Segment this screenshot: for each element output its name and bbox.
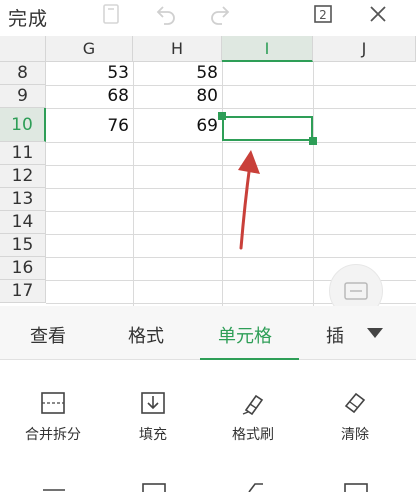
merge-split-label: 合并拆分 [25, 427, 81, 443]
save-icon[interactable] [99, 2, 123, 26]
column-header-j[interactable]: J [313, 36, 416, 62]
cell-h10[interactable]: 69 [133, 115, 222, 138]
tab-view[interactable]: 查看 [30, 322, 66, 348]
row-header-14[interactable]: 14 [0, 211, 46, 234]
annotation-arrow-icon [238, 150, 260, 250]
grid-line [46, 257, 416, 258]
row-header-16[interactable]: 16 [0, 257, 46, 280]
format-painter-label: 格式刷 [232, 427, 274, 443]
eraser-icon [344, 392, 366, 414]
close-icon[interactable] [366, 2, 390, 26]
column-header-g[interactable]: G [46, 36, 133, 62]
row-header-9[interactable]: 9 [0, 85, 46, 108]
column-header-h[interactable]: H [133, 36, 222, 62]
row-header-17[interactable]: 17 [0, 280, 46, 303]
row-header-11[interactable]: 11 [0, 142, 46, 165]
keyboard-float-button[interactable] [329, 264, 383, 306]
selected-cell-i10[interactable] [222, 116, 313, 141]
tool-row2-icon [344, 483, 368, 492]
cell-h9[interactable]: 80 [133, 85, 222, 108]
spreadsheet-grid[interactable]: G H I J 8 9 10 11 12 13 14 15 16 17 53 5… [0, 36, 416, 306]
column-header-i[interactable]: I [222, 36, 313, 62]
grid-line [313, 62, 314, 306]
undo-icon[interactable] [154, 2, 178, 26]
row-header-10[interactable]: 10 [0, 108, 46, 142]
window-switch-icon[interactable]: 2 [311, 2, 335, 26]
merge-split-button[interactable]: 合并拆分 [8, 390, 98, 444]
merge-split-icon [41, 392, 65, 414]
fill-label: 填充 [139, 427, 167, 443]
selection-handle-top-left[interactable] [218, 112, 226, 120]
row-header-15[interactable]: 15 [0, 234, 46, 257]
tool-row2-icon [142, 483, 166, 492]
grid-line [46, 142, 416, 143]
top-toolbar: 完成 2 [0, 0, 416, 36]
format-painter-icon [242, 394, 264, 416]
cell-g10[interactable]: 76 [46, 115, 133, 138]
row-header-12[interactable]: 12 [0, 165, 46, 188]
row-header-13[interactable]: 13 [0, 188, 46, 211]
tab-format[interactable]: 格式 [128, 322, 164, 348]
tab-insert[interactable]: 插 [326, 322, 344, 348]
clear-button[interactable]: 清除 [310, 390, 400, 444]
bottom-tab-bar: 查看 格式 单元格 插 [0, 306, 416, 361]
tool-row2-icon [43, 489, 65, 491]
clear-label: 清除 [341, 427, 369, 443]
grid-corner[interactable] [0, 36, 46, 62]
fill-icon [141, 392, 165, 414]
grid-line [46, 108, 416, 109]
grid-line [222, 62, 223, 306]
cell-tools-panel: 合并拆分 填充 格式刷 清除 [0, 360, 416, 492]
done-button[interactable]: 完成 [8, 4, 48, 31]
fill-button[interactable]: 填充 [108, 390, 198, 444]
cell-g8[interactable]: 53 [46, 62, 133, 85]
tool-row2-icon [248, 483, 263, 492]
expand-triangle-icon[interactable] [366, 326, 384, 340]
redo-icon[interactable] [208, 2, 232, 26]
format-painter-button[interactable]: 格式刷 [208, 390, 298, 444]
row-header-8[interactable]: 8 [0, 62, 46, 85]
keyboard-icon [344, 282, 368, 300]
cell-h8[interactable]: 58 [133, 62, 222, 85]
svg-text:2: 2 [319, 8, 327, 22]
tab-cell[interactable]: 单元格 [218, 322, 272, 348]
selection-handle-bottom-right[interactable] [309, 137, 317, 145]
cell-g9[interactable]: 68 [46, 85, 133, 108]
